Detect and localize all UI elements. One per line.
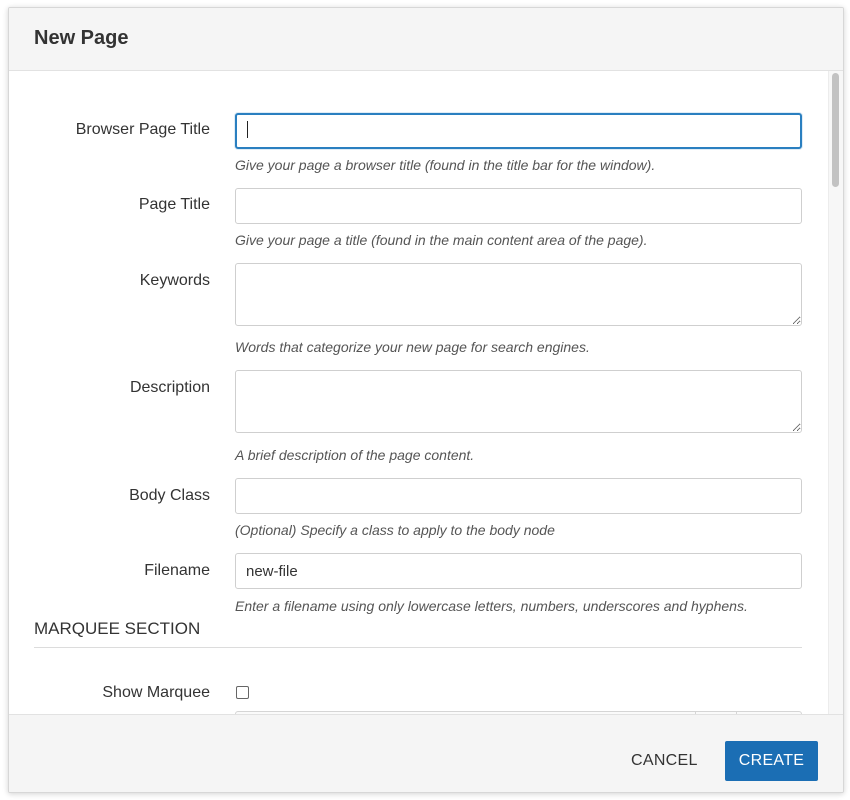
browser-page-title-help: Give your page a browser title (found in… bbox=[235, 157, 656, 173]
dialog-footer: CANCEL CREATE bbox=[9, 714, 843, 792]
text-caret bbox=[247, 121, 248, 138]
description-help: A brief description of the page content. bbox=[235, 447, 475, 463]
page-title-input[interactable] bbox=[235, 188, 802, 224]
scrollbar[interactable] bbox=[828, 71, 843, 714]
keywords-textarea[interactable] bbox=[235, 263, 802, 326]
filename-label: Filename bbox=[144, 562, 210, 579]
page-title-label: Page Title bbox=[138, 196, 210, 213]
marquee-section-title: MARQUEE SECTION bbox=[34, 619, 201, 638]
scrollbar-thumb[interactable] bbox=[832, 73, 839, 187]
browser-page-title-label: Browser Page Title bbox=[75, 121, 210, 138]
create-button[interactable]: CREATE bbox=[725, 741, 818, 781]
description-label: Description bbox=[129, 379, 210, 396]
dialog-title: New Page bbox=[34, 27, 129, 49]
description-textarea[interactable] bbox=[235, 370, 802, 433]
filename-input[interactable] bbox=[235, 553, 802, 589]
keywords-help: Words that categorize your new page for … bbox=[235, 339, 590, 355]
body-class-label: Body Class bbox=[129, 487, 210, 504]
show-marquee-label: Show Marquee bbox=[102, 684, 210, 701]
body-class-help: (Optional) Specify a class to apply to t… bbox=[235, 522, 555, 538]
show-marquee-checkbox[interactable] bbox=[236, 686, 249, 699]
browser-page-title-input[interactable] bbox=[235, 113, 802, 149]
page-title-help: Give your page a title (found in the mai… bbox=[235, 232, 648, 248]
keywords-label: Keywords bbox=[139, 272, 210, 289]
dialog-header: New Page bbox=[9, 8, 843, 71]
browser-page-title-wrapper bbox=[235, 113, 802, 149]
filename-help: Enter a filename using only lowercase le… bbox=[235, 598, 748, 614]
dialog-body: Browser Page Title Give your page a brow… bbox=[9, 71, 843, 714]
body-class-input[interactable] bbox=[235, 478, 802, 514]
cancel-button[interactable]: CANCEL bbox=[617, 741, 712, 781]
new-page-dialog: New Page Browser Page Title Give your pa… bbox=[8, 7, 844, 793]
section-divider bbox=[34, 647, 802, 648]
